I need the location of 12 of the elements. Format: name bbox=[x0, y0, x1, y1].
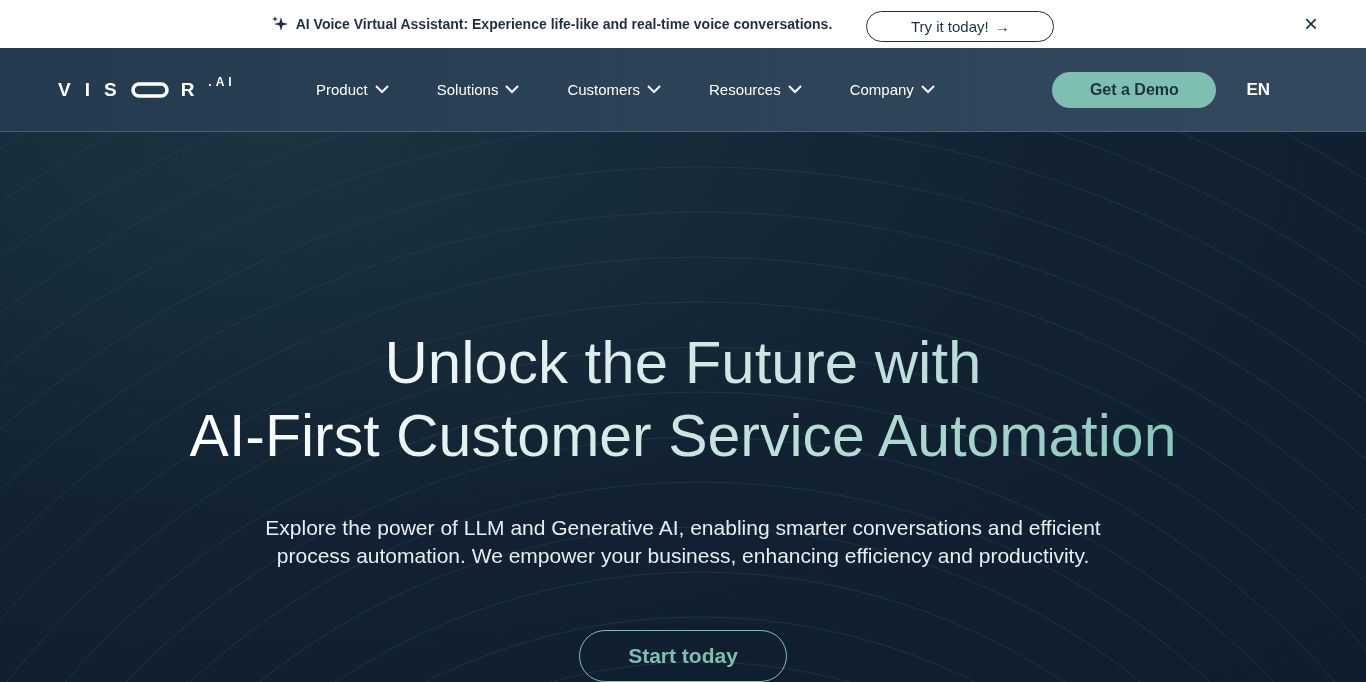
get-a-demo-button[interactable]: Get a Demo bbox=[1052, 71, 1217, 108]
language-selector[interactable]: EN bbox=[1246, 79, 1270, 100]
announcement-text: AI Voice Virtual Assistant: Experience life-like and real-time voice conversations. bbox=[295, 16, 833, 32]
nav-menu-item[interactable]: Company bbox=[849, 81, 935, 98]
sparkle-icon bbox=[271, 16, 288, 32]
nav-menu-item[interactable]: Resources bbox=[708, 81, 802, 98]
nav-menu-item[interactable]: Product bbox=[316, 81, 389, 98]
hero-description: Explore the power of LLM and Generative AI, enabling smarter conversations and efficient process automation. We empower your business, enhancing efficiency and productivity. bbox=[264, 515, 1102, 569]
nav-menu-item[interactable]: Customers bbox=[567, 81, 661, 98]
nav-menu-item[interactable]: Solutions bbox=[436, 81, 520, 98]
try-it-today-button[interactable]: Try it today! → bbox=[866, 10, 1055, 42]
close-button[interactable]: × bbox=[1304, 12, 1318, 36]
